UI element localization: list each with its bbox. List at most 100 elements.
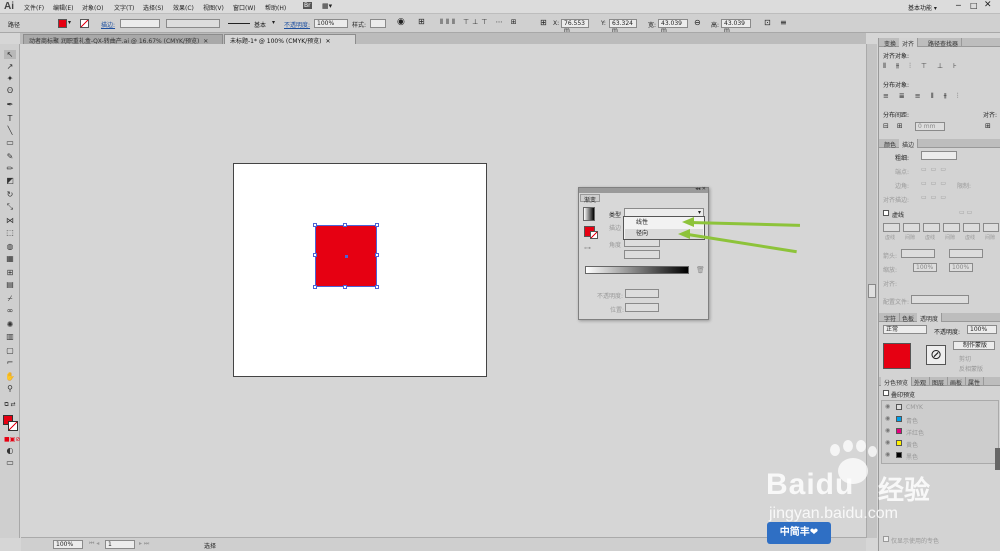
artboard-tool-icon[interactable]: ▢ — [4, 346, 16, 355]
separation-row[interactable]: ◉ 青色 — [882, 414, 998, 425]
tab-character[interactable]: 字符 — [881, 313, 901, 323]
bbox-handle-ml[interactable] — [313, 253, 317, 257]
opacity-label[interactable]: 不透明度: — [284, 20, 310, 29]
invert-mask-option[interactable]: 反相蒙版 — [959, 364, 983, 373]
cap-icons[interactable]: ▭▭▭ — [921, 166, 950, 173]
graphic-style-picker[interactable] — [370, 19, 386, 28]
stroke-label[interactable]: 描边: — [101, 20, 115, 29]
close-icon[interactable]: ✕ — [984, 0, 992, 10]
stroke-weight-field[interactable] — [120, 19, 160, 28]
selection-tool-icon[interactable]: ↖ — [4, 50, 16, 59]
width-field[interactable]: 43.039 m — [658, 19, 688, 34]
overprint-checkbox[interactable] — [883, 390, 889, 396]
width-tool-icon[interactable]: ⋈ — [4, 216, 16, 225]
stroke-color-swatch[interactable] — [8, 421, 18, 431]
transparency-opacity-field[interactable]: 100% — [967, 325, 997, 334]
zoom-field[interactable]: 100% — [53, 540, 83, 549]
eye-icon[interactable]: ◉ — [885, 439, 890, 446]
menu-item-view[interactable]: 视图(V) — [203, 3, 224, 12]
panel-scrollbar[interactable] — [995, 448, 1000, 470]
menu-item-object[interactable]: 对象(O) — [82, 3, 103, 12]
tab-color[interactable]: 颜色 — [881, 139, 901, 149]
delete-stop-icon[interactable]: 🗑 — [696, 266, 705, 274]
tab-document-1[interactable]: 动者商标聚 润职重礼盒-QX-转曲产.ai @ 16.67% (CMYK/预览)… — [23, 34, 223, 45]
nav-first-icon[interactable]: ⏮ ◂ — [89, 540, 99, 548]
scale-start-field[interactable]: 100% — [913, 263, 937, 272]
artboard-number-field[interactable]: 1 — [105, 540, 135, 549]
column-graph-tool-icon[interactable]: ▥ — [4, 332, 16, 341]
selected-red-rectangle[interactable] — [313, 223, 379, 289]
gap-field-1[interactable] — [903, 223, 920, 232]
shape-builder-tool-icon[interactable]: ◍ — [4, 242, 16, 251]
type-tool-icon[interactable]: T — [4, 114, 16, 123]
eyedropper-tool-icon[interactable]: ⌿ — [4, 294, 16, 303]
tab-attributes[interactable]: 属性 — [965, 377, 985, 387]
menu-item-select[interactable]: 选择(S) — [143, 3, 164, 12]
menu-item-effect[interactable]: 效果(C) — [173, 3, 194, 12]
tab-swatches[interactable]: 色板 — [899, 313, 919, 323]
stroke-swatch[interactable] — [80, 19, 89, 28]
menu-item-type[interactable]: 文字(T) — [114, 3, 134, 12]
align-to-icon[interactable]: ⊞ — [985, 122, 991, 130]
minimize-icon[interactable]: ─ — [956, 1, 961, 10]
clip-option[interactable]: 剪切 — [959, 354, 971, 363]
gradient-thumbnail[interactable] — [583, 207, 595, 221]
height-field[interactable]: 43.039 m — [721, 19, 751, 34]
separation-row[interactable]: ◉ CMYK — [882, 402, 998, 413]
blend-tool-icon[interactable]: ∞ — [4, 306, 16, 315]
color-mode-icons[interactable]: ■▣⊘ — [4, 435, 20, 444]
zoom-tool-icon[interactable]: ⚲ — [4, 384, 16, 393]
dash-field-1[interactable] — [883, 223, 900, 232]
blend-mode-select[interactable]: 正常 — [883, 325, 927, 334]
gap-field-3[interactable] — [983, 223, 999, 232]
rotate-tool-icon[interactable]: ↻ — [4, 190, 16, 199]
align-object-icons[interactable]: ⫴⫵⫶⊤⊥⊦ — [883, 62, 967, 71]
tab-align[interactable]: 对齐 — [899, 38, 919, 48]
menu-item-window[interactable]: 窗口(W) — [233, 3, 256, 12]
bbox-handle-tl[interactable] — [313, 223, 317, 227]
tab-separations[interactable]: 分色预览 — [881, 377, 913, 387]
pencil-tool-icon[interactable]: ✏ — [4, 164, 16, 173]
menu-item-file[interactable]: 文件(F) — [24, 3, 44, 12]
gradient-slider[interactable] — [585, 266, 689, 274]
eraser-tool-icon[interactable]: ◩ — [4, 176, 16, 185]
brush-dropdown-icon[interactable]: ▾ — [272, 19, 275, 26]
y-field[interactable]: 63.324 m — [609, 19, 637, 34]
slice-tool-icon[interactable]: ⌐ — [4, 358, 16, 367]
hand-tool-icon[interactable]: ✋ — [4, 372, 16, 381]
more-icon[interactable]: ≡ — [780, 18, 787, 27]
separation-row[interactable]: ◉ 洋红色 — [882, 426, 998, 437]
variable-width-profile[interactable] — [166, 19, 220, 28]
bridge-button[interactable]: Br — [303, 2, 312, 9]
tab-transform[interactable]: 变换 — [881, 38, 901, 48]
dash-field-2[interactable] — [923, 223, 940, 232]
tab-document-2[interactable]: 未标题-1* @ 100% (CMYK/预览) ✕ — [224, 34, 356, 45]
mask-thumbnail[interactable]: ⊘ — [926, 345, 946, 365]
free-transform-tool-icon[interactable]: ⬚ — [4, 228, 16, 237]
direct-selection-tool-icon[interactable]: ↗ — [4, 62, 16, 71]
draw-mode-icon[interactable]: ◐ — [4, 446, 16, 455]
dash-field-3[interactable] — [963, 223, 980, 232]
tab-appearance[interactable]: 外观 — [911, 377, 931, 387]
scale-tool-icon[interactable]: ⤡ — [4, 202, 16, 211]
align-icons[interactable]: ⫴⫴⫴ ⊤⊥⊤ ⋯ ⊞ — [440, 18, 520, 27]
scrollbar-thumb[interactable] — [868, 284, 876, 298]
spot-only-checkbox[interactable] — [883, 536, 889, 542]
tab-transparency[interactable]: 透明度 — [917, 313, 943, 323]
line-tool-icon[interactable]: ╲ — [4, 126, 16, 135]
bbox-handle-br[interactable] — [375, 285, 379, 289]
x-field[interactable]: 76.553 m — [561, 19, 589, 34]
paintbrush-tool-icon[interactable]: ✎ — [4, 152, 16, 161]
distribute-spacing-icons[interactable]: ⊟⊞ — [883, 122, 911, 130]
scale-end-field[interactable]: 100% — [949, 263, 973, 272]
bbox-handle-bc[interactable] — [343, 285, 347, 289]
opacity-field[interactable]: 100% — [314, 19, 348, 28]
weight-field[interactable] — [921, 151, 957, 160]
lasso-tool-icon[interactable]: ʘ — [4, 86, 16, 95]
bbox-handle-bl[interactable] — [313, 285, 317, 289]
stop-position-field[interactable] — [625, 303, 659, 312]
align-toggle-icon[interactable]: ⊞ — [418, 17, 425, 26]
gradient-panel-titlebar[interactable]: ◂◂ ✕ — [579, 186, 708, 193]
aspect-field[interactable] — [624, 250, 660, 259]
mesh-tool-icon[interactable]: ⊞ — [4, 268, 16, 277]
